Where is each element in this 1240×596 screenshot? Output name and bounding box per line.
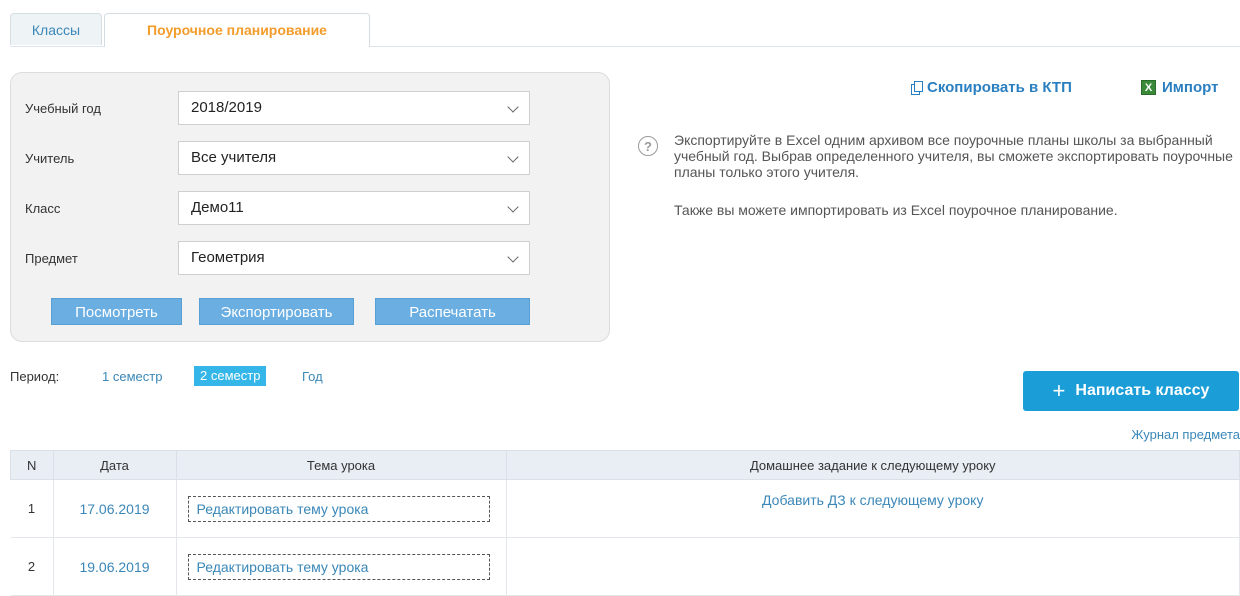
chevron-down-icon [507, 201, 519, 213]
subject-value: Геометрия [191, 249, 265, 266]
import-label: Импорт [1162, 79, 1219, 96]
add-homework-link[interactable]: Добавить ДЗ к следующему уроку [506, 479, 1240, 538]
header-n: N [10, 450, 54, 480]
row-number: 1 [10, 479, 54, 538]
edit-topic-link[interactable]: Редактировать тему урока [187, 495, 490, 522]
write-class-button[interactable]: + Написать классу [1023, 371, 1239, 411]
subject-select[interactable]: Геометрия [178, 241, 530, 275]
homework-cell [506, 537, 1240, 596]
year-value: 2018/2019 [191, 99, 262, 116]
filter-panel: Учебный год 2018/2019 Учитель Все учител… [10, 72, 610, 342]
excel-icon: X [1141, 80, 1156, 95]
class-value: Демо11 [191, 199, 244, 216]
table-header-row: N Дата Тема урока Домашнее задание к сле… [10, 450, 1240, 480]
subject-journal-link[interactable]: Журнал предмета [1131, 427, 1240, 442]
teacher-label: Учитель [25, 151, 75, 166]
copy-to-ktp-label: Скопировать в КТП [927, 79, 1072, 96]
teacher-select[interactable]: Все учителя [178, 141, 530, 175]
row-number: 2 [10, 537, 54, 596]
table-row: 1 17.06.2019 Редактировать тему урока До… [10, 479, 1240, 538]
class-select[interactable]: Демо11 [178, 191, 530, 225]
import-link[interactable]: X Импорт [1141, 79, 1218, 96]
view-button[interactable]: Посмотреть [51, 298, 182, 325]
chevron-down-icon [507, 251, 519, 263]
chevron-down-icon [507, 151, 519, 163]
period-year[interactable]: Год [302, 369, 323, 384]
header-topic: Тема урока [175, 450, 507, 480]
row-topic-cell: Редактировать тему урока [176, 479, 507, 538]
subject-label: Предмет [25, 251, 78, 266]
table-row: 2 19.06.2019 Редактировать тему урока [10, 537, 1240, 596]
year-select[interactable]: 2018/2019 [178, 91, 530, 125]
tab-bar: Классы Поурочное планирование [10, 13, 1240, 47]
row-date-link[interactable]: 19.06.2019 [53, 537, 177, 596]
period-label: Период: [10, 369, 60, 384]
header-homework: Домашнее задание к следующему уроку [505, 450, 1240, 480]
row-topic-cell: Редактировать тему урока [176, 537, 507, 596]
chevron-down-icon [507, 101, 519, 113]
copy-to-ktp-link[interactable]: Скопировать в КТП [911, 79, 1072, 96]
help-text: Экспортируйте в Excel одним архивом все … [674, 132, 1233, 180]
help-icon: ? [638, 136, 658, 156]
write-class-label: Написать классу [1075, 382, 1210, 399]
teacher-value: Все учителя [191, 149, 277, 166]
edit-topic-link[interactable]: Редактировать тему урока [187, 553, 490, 580]
period-semester-2[interactable]: 2 семестр [194, 366, 267, 386]
copy-icon [911, 80, 923, 95]
year-label: Учебный год [25, 101, 101, 116]
header-date: Дата [52, 450, 177, 480]
row-date-link[interactable]: 17.06.2019 [53, 479, 177, 538]
class-label: Класс [25, 201, 61, 216]
plus-icon: + [1052, 378, 1066, 403]
tab-lesson-planning[interactable]: Поурочное планирование [104, 13, 370, 47]
period-semester-1[interactable]: 1 семестр [102, 369, 162, 384]
tab-classes[interactable]: Классы [10, 13, 102, 45]
lessons-table: N Дата Тема урока Домашнее задание к сле… [10, 450, 1240, 596]
print-button[interactable]: Распечатать [375, 298, 530, 325]
help-text-import: Также вы можете импортировать из Excel п… [674, 202, 1118, 218]
export-button[interactable]: Экспортировать [199, 298, 354, 325]
